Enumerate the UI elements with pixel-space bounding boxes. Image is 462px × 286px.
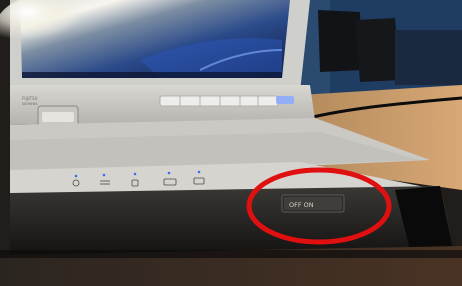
switch-label: OFF ON bbox=[289, 201, 314, 209]
power-led bbox=[74, 174, 78, 178]
photo-drawing: FUJITSU SIEMENS OFF ON bbox=[0, 0, 462, 286]
hdd-led bbox=[133, 172, 137, 176]
svg-text:SIEMENS: SIEMENS bbox=[22, 102, 38, 106]
battery-led bbox=[102, 173, 106, 177]
wireless-switch: OFF ON bbox=[281, 194, 345, 213]
laptop-lid bbox=[0, 0, 310, 92]
bluetooth-led bbox=[197, 170, 201, 174]
wifi-led bbox=[167, 171, 171, 175]
photo-scene: FUJITSU SIEMENS OFF ON bbox=[0, 0, 462, 286]
brand-logo: FUJITSU bbox=[22, 96, 38, 101]
